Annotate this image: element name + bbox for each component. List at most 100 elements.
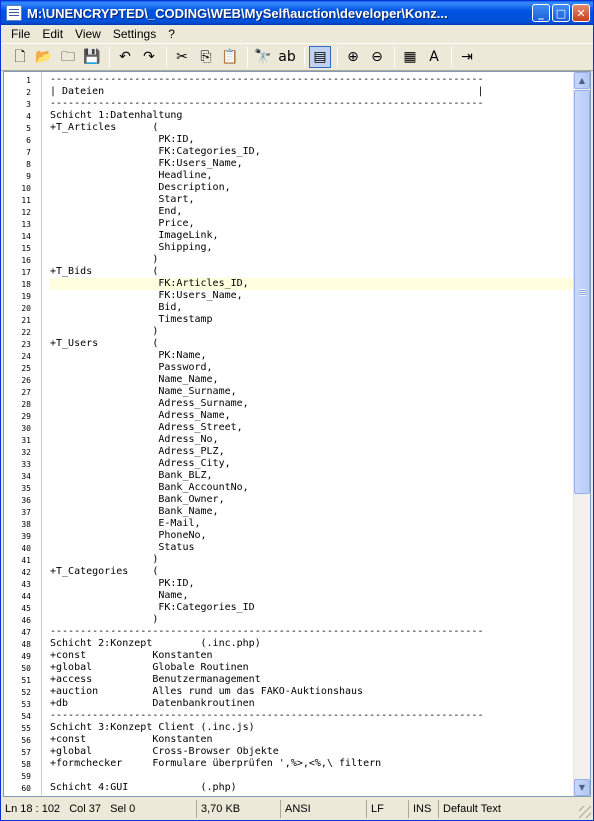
code-line[interactable]: E-Mail, — [50, 518, 575, 530]
code-line[interactable]: Status — [50, 542, 575, 554]
code-line[interactable]: +const Konstanten — [50, 650, 575, 662]
code-line[interactable]: Name_Surname, — [50, 386, 575, 398]
code-line[interactable]: FK:Users_Name, — [50, 290, 575, 302]
code-line[interactable]: Start, — [50, 194, 575, 206]
code-line[interactable]: Bank_BLZ, — [50, 470, 575, 482]
zoom-in-button[interactable]: ⊕ — [342, 46, 364, 68]
status-position: Ln 18 : 102 Col 37 Sel 0 — [1, 800, 197, 818]
code-line[interactable]: PK:ID, — [50, 134, 575, 146]
code-line[interactable] — [50, 770, 575, 782]
code-line[interactable]: Name, — [50, 590, 575, 602]
code-line[interactable]: +global Globale Routinen — [50, 662, 575, 674]
code-line[interactable]: +const Konstanten — [50, 734, 575, 746]
copy-button[interactable]: ⎘ — [195, 46, 217, 68]
line-number: 23 — [21, 340, 31, 349]
code-line[interactable]: Bank_AccountNo, — [50, 482, 575, 494]
reload-button[interactable]: 🗀 — [57, 46, 79, 68]
code-line[interactable]: Adress_Street, — [50, 422, 575, 434]
undo-button[interactable]: ↶ — [114, 46, 136, 68]
maximize-button[interactable]: □ — [552, 4, 570, 22]
code-line[interactable]: +T_Categories ( — [50, 566, 575, 578]
code-line[interactable]: Headline, — [50, 170, 575, 182]
code-line[interactable]: ) — [50, 254, 575, 266]
status-eol[interactable]: LF — [367, 800, 409, 818]
code-line[interactable]: Schicht 3:Konzept Client (.inc.js) — [50, 722, 575, 734]
open-folder-button[interactable]: 📂 — [33, 46, 55, 68]
code-line[interactable]: Timestamp — [50, 314, 575, 326]
code-line[interactable]: Schicht 2:Konzept (.inc.php) — [50, 638, 575, 650]
close-button[interactable]: ✕ — [572, 4, 590, 22]
exit-button[interactable]: ⇥ — [456, 46, 478, 68]
code-line[interactable]: +formchecker Formulare überprüfen ',%>,<… — [50, 758, 575, 770]
code-line[interactable]: Bid, — [50, 302, 575, 314]
word-wrap-button[interactable]: ▤ — [309, 46, 331, 68]
code-area[interactable]: ----------------------------------------… — [50, 72, 575, 796]
code-line[interactable]: +T_Bids ( — [50, 266, 575, 278]
code-line[interactable]: Adress_City, — [50, 458, 575, 470]
code-line[interactable]: ImageLink, — [50, 230, 575, 242]
vertical-scrollbar[interactable]: ▲ ▼ — [573, 72, 590, 796]
code-line[interactable]: Price, — [50, 218, 575, 230]
redo-button[interactable]: ↷ — [138, 46, 160, 68]
code-line[interactable]: FK:Categories_ID, — [50, 146, 575, 158]
code-line[interactable]: +db Datenbankroutinen — [50, 698, 575, 710]
code-line[interactable]: ----------------------------------------… — [50, 710, 575, 722]
code-line[interactable]: FK:Articles_ID, — [50, 278, 575, 290]
code-line[interactable]: +T_Users ( — [50, 338, 575, 350]
menu-help[interactable]: ? — [162, 27, 181, 41]
code-line[interactable]: ----------------------------------------… — [50, 74, 575, 86]
code-line[interactable]: FK:Categories_ID — [50, 602, 575, 614]
app-icon[interactable] — [6, 5, 22, 21]
minimize-button[interactable]: _ — [532, 4, 550, 22]
code-line[interactable]: Bank_Owner, — [50, 494, 575, 506]
code-line[interactable]: +global Cross-Browser Objekte — [50, 746, 575, 758]
resize-grip-icon[interactable] — [579, 806, 591, 818]
scroll-up-button[interactable]: ▲ — [574, 72, 590, 89]
code-line[interactable]: ) — [50, 614, 575, 626]
code-line[interactable]: Adress_Name, — [50, 410, 575, 422]
code-line[interactable]: PK:Name, — [50, 350, 575, 362]
code-line[interactable]: End, — [50, 206, 575, 218]
code-line[interactable]: +auction Alles rund um das FAKO-Auktions… — [50, 686, 575, 698]
code-line[interactable]: ----------------------------------------… — [50, 626, 575, 638]
code-line[interactable]: +access Benutzermanagement — [50, 674, 575, 686]
scroll-down-button[interactable]: ▼ — [574, 779, 590, 796]
code-line[interactable]: ) — [50, 554, 575, 566]
menu-edit[interactable]: Edit — [36, 27, 69, 41]
code-line[interactable]: Schicht 1:Datenhaltung — [50, 110, 575, 122]
status-scheme[interactable]: Default Text — [439, 800, 579, 818]
code-line[interactable]: Name_Name, — [50, 374, 575, 386]
code-line[interactable]: Schicht 4:GUI (.php) — [50, 782, 575, 794]
code-line[interactable]: ) — [50, 326, 575, 338]
code-line[interactable]: Adress_Surname, — [50, 398, 575, 410]
zoom-out-button[interactable]: ⊖ — [366, 46, 388, 68]
code-line[interactable]: Shipping, — [50, 242, 575, 254]
code-line[interactable]: FK:Users_Name, — [50, 158, 575, 170]
code-line[interactable]: PK:ID, — [50, 578, 575, 590]
menu-settings[interactable]: Settings — [107, 27, 162, 41]
new-file-button[interactable]: 🗋 — [9, 46, 31, 68]
code-line[interactable]: +T_Articles ( — [50, 122, 575, 134]
status-encoding[interactable]: ANSI — [281, 800, 367, 818]
code-line[interactable]: | Dateien | — [50, 86, 575, 98]
save-button[interactable]: 💾 — [81, 46, 103, 68]
cut-button[interactable]: ✂ — [171, 46, 193, 68]
replace-button[interactable]: ab — [276, 46, 298, 68]
code-line[interactable]: Adress_PLZ, — [50, 446, 575, 458]
code-line[interactable]: Password, — [50, 362, 575, 374]
code-line[interactable]: ----------------------------------------… — [50, 98, 575, 110]
paste-button[interactable]: 📋 — [219, 46, 241, 68]
text-editor[interactable]: 1 2 3 4 5 6 7 8 9 10 11 12 13 14 15 16 17 18 19 20 21 22 23 24 2… — [3, 71, 591, 797]
menu-view[interactable]: View — [69, 27, 107, 41]
title-bar[interactable]: M:\UNENCRYPTED\_CODING\WEB\MySelf\auctio… — [1, 1, 593, 25]
font-button[interactable]: A — [423, 46, 445, 68]
code-line[interactable]: Description, — [50, 182, 575, 194]
find-button[interactable]: 🔭 — [252, 46, 274, 68]
code-line[interactable]: PhoneNo, — [50, 530, 575, 542]
menu-file[interactable]: File — [5, 27, 36, 41]
settings-button[interactable]: ▦ — [399, 46, 421, 68]
code-line[interactable]: Bank_Name, — [50, 506, 575, 518]
scroll-thumb[interactable] — [574, 90, 590, 494]
status-mode[interactable]: INS — [409, 800, 439, 818]
code-line[interactable]: Adress_No, — [50, 434, 575, 446]
